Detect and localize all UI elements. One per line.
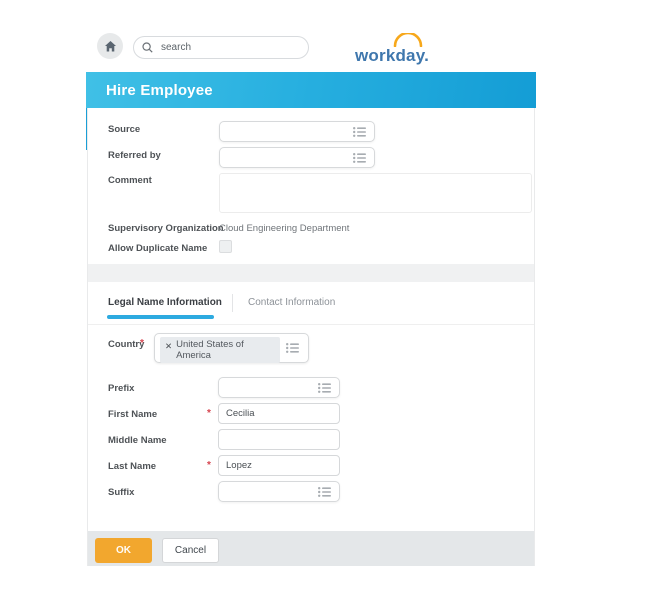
tab-legal-name-information[interactable]: Legal Name Information [108, 297, 222, 308]
prompt-icon[interactable] [352, 152, 368, 164]
first-name-input[interactable] [218, 403, 340, 424]
comment-textarea[interactable] [219, 173, 532, 213]
tab-row-border [88, 324, 534, 325]
country-selected-chip: ✕ United States of America [160, 337, 280, 363]
section-separator [88, 264, 534, 282]
form-panel: Source Referred by Comment Supervisory O… [87, 108, 535, 566]
supervisory-organization-value: Cloud Engineering Department [219, 223, 350, 234]
last-name-label: Last Name [108, 461, 157, 472]
title-banner: Hire Employee [86, 72, 536, 108]
active-tab-underline [107, 315, 214, 319]
country-label: Country [108, 339, 145, 350]
page-title: Hire Employee [106, 81, 213, 99]
home-button[interactable] [97, 33, 123, 59]
page: workday. Hire Employee Source Referred b… [0, 0, 658, 600]
source-label: Source [108, 124, 141, 135]
ok-button[interactable]: OK [95, 538, 152, 563]
last-name-input[interactable] [218, 455, 340, 476]
country-required-marker: * [140, 338, 144, 349]
workday-logo-text: workday. [355, 46, 430, 65]
first-name-required-marker: * [207, 408, 211, 419]
first-name-label: First Name [108, 409, 158, 420]
workday-arc-icon [393, 31, 423, 48]
home-icon [104, 40, 117, 53]
allow-duplicate-checkbox[interactable] [219, 240, 232, 253]
search-icon [142, 42, 153, 53]
tab-contact-information[interactable]: Contact Information [248, 297, 335, 308]
footer-bar: OK Cancel [88, 531, 534, 566]
search-input[interactable] [159, 41, 289, 54]
middle-name-input[interactable] [218, 429, 340, 450]
prompt-icon[interactable] [317, 382, 333, 394]
suffix-label: Suffix [108, 487, 135, 498]
prefix-label: Prefix [108, 383, 135, 394]
prompt-icon[interactable] [352, 126, 368, 138]
remove-country-icon[interactable]: ✕ [165, 341, 172, 352]
referred-by-field[interactable] [219, 147, 375, 168]
workday-logo: workday. [353, 31, 453, 68]
referred-by-label: Referred by [108, 150, 161, 161]
prompt-icon[interactable] [285, 342, 301, 354]
prompt-icon[interactable] [317, 486, 333, 498]
cancel-button[interactable]: Cancel [162, 538, 219, 563]
prefix-field[interactable] [218, 377, 340, 398]
middle-name-label: Middle Name [108, 435, 167, 446]
country-field[interactable]: ✕ United States of America [154, 333, 309, 363]
supervisory-organization-label: Supervisory Organization [108, 223, 224, 234]
source-field[interactable] [219, 121, 375, 142]
last-name-required-marker: * [207, 460, 211, 471]
search-bar [133, 36, 309, 59]
tab-divider [232, 294, 233, 312]
comment-label: Comment [108, 175, 152, 186]
country-selected-value: United States of America [176, 339, 244, 361]
suffix-field[interactable] [218, 481, 340, 502]
allow-duplicate-name-label: Allow Duplicate Name [108, 243, 208, 254]
